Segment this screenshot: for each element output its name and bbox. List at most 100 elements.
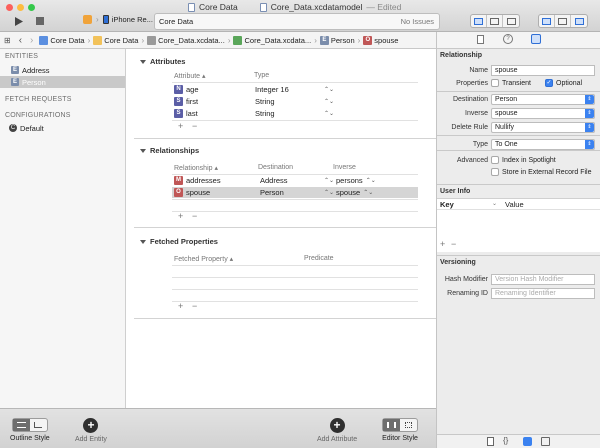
sidebar-configuration-default[interactable]: C Default bbox=[0, 122, 125, 134]
attribute-type-select[interactable]: String bbox=[255, 97, 275, 106]
attribute-row-age[interactable]: Nage Integer 16 ⌃⌄ bbox=[172, 84, 418, 95]
breadcrumb-model-bundle[interactable]: Core_Data.xcdata... bbox=[145, 35, 227, 45]
optional-checkbox[interactable]: ✓ Optional bbox=[545, 79, 582, 87]
breadcrumb-relationship[interactable]: O spouse bbox=[361, 35, 400, 45]
key-column-header[interactable]: Key bbox=[440, 200, 454, 209]
view-toggle-segmented-control bbox=[538, 14, 588, 28]
transient-checkbox[interactable]: Transient bbox=[491, 79, 531, 87]
store-external-record-checkbox[interactable]: Store in External Record File bbox=[491, 168, 591, 176]
destination-popup[interactable]: Person ⇕ bbox=[491, 94, 595, 105]
assistant-editor-button[interactable] bbox=[487, 15, 503, 27]
outline-list-button[interactable] bbox=[12, 419, 30, 431]
relationship-row-spouse[interactable]: Ospouse Person ⌃⌄ spouse ⌃⌄ bbox=[172, 187, 418, 198]
run-button[interactable] bbox=[13, 14, 25, 28]
play-icon bbox=[15, 16, 23, 26]
data-model-inspector: Relationship Name spouse Properties Tran… bbox=[436, 49, 600, 434]
media-library-icon[interactable] bbox=[541, 437, 550, 446]
minimize-window-button[interactable] bbox=[17, 4, 24, 11]
attribute-row-first[interactable]: Sfirst String ⌃⌄ bbox=[172, 96, 418, 107]
remove-fetched-property-minus-button[interactable]: − bbox=[192, 301, 197, 311]
outline-hierarchy-button[interactable] bbox=[30, 419, 47, 431]
add-attribute-plus-button[interactable]: + bbox=[178, 121, 183, 131]
add-user-info-plus-button[interactable]: + bbox=[440, 239, 445, 249]
attribute-type-select[interactable]: Integer 16 bbox=[255, 85, 289, 94]
divider bbox=[437, 91, 600, 92]
relationship-row-addresses[interactable]: Maddresses Address ⌃⌄ persons ⌃⌄ bbox=[172, 175, 418, 186]
configurations-header: CONFIGURATIONS bbox=[5, 112, 71, 119]
add-entity-button[interactable]: + Add Entity bbox=[75, 418, 107, 443]
versioning-title: Versioning bbox=[440, 259, 476, 266]
quick-help-icon[interactable]: ? bbox=[503, 34, 513, 44]
relationship-name-field[interactable]: spouse bbox=[491, 65, 595, 76]
graph-style-button[interactable] bbox=[400, 419, 417, 431]
attribute-name[interactable]: first bbox=[186, 97, 198, 106]
table-style-button[interactable] bbox=[383, 419, 400, 431]
toggle-navigator-button[interactable] bbox=[539, 15, 555, 27]
breadcrumb-model-version[interactable]: Core_Data.xcdata... bbox=[231, 35, 313, 45]
divider bbox=[437, 150, 600, 151]
toggle-debug-area-button[interactable] bbox=[555, 15, 571, 27]
breadcrumb-entity[interactable]: E Person bbox=[318, 35, 357, 45]
remove-attribute-minus-button[interactable]: − bbox=[192, 121, 197, 131]
relationship-name[interactable]: spouse bbox=[186, 188, 210, 197]
toggle-utilities-button[interactable] bbox=[571, 15, 587, 27]
scheme-selector[interactable]: › iPhone Re... bbox=[83, 15, 153, 24]
relationships-section-toggle[interactable]: Relationships bbox=[140, 146, 199, 155]
index-in-spotlight-checkbox[interactable]: Index in Spotlight bbox=[491, 156, 556, 164]
renaming-id-field[interactable]: Renaming Identifier bbox=[491, 288, 595, 299]
type-column-header[interactable]: Type bbox=[254, 72, 269, 79]
attribute-column-header[interactable]: Attribute ▴ bbox=[174, 72, 206, 80]
attribute-name[interactable]: last bbox=[186, 109, 198, 118]
add-relationship-plus-button[interactable]: + bbox=[178, 211, 183, 221]
remove-relationship-minus-button[interactable]: − bbox=[192, 211, 197, 221]
version-editor-button[interactable] bbox=[503, 15, 519, 27]
destination-select[interactable]: Person bbox=[260, 188, 284, 197]
relationship-column-header[interactable]: Relationship ▴ bbox=[174, 164, 218, 172]
inverse-column-header[interactable]: Inverse bbox=[333, 164, 356, 171]
breadcrumb-label: Core Data bbox=[50, 35, 85, 45]
related-items-icon[interactable]: ⊞ bbox=[0, 36, 15, 45]
standard-editor-button[interactable] bbox=[471, 15, 487, 27]
attribute-type-icon: S bbox=[174, 97, 183, 106]
predicate-column-header[interactable]: Predicate bbox=[304, 255, 334, 262]
breadcrumb-group[interactable]: Core Data bbox=[91, 35, 140, 45]
forward-button[interactable]: › bbox=[26, 35, 37, 46]
attribute-row-last[interactable]: Slast String ⌃⌄ bbox=[172, 108, 418, 119]
data-model-inspector-icon[interactable] bbox=[531, 34, 541, 44]
inverse-popup[interactable]: spouse ⇕ bbox=[491, 108, 595, 119]
hash-modifier-field[interactable]: Version Hash Modifier bbox=[491, 274, 595, 285]
breadcrumb-project[interactable]: Core Data bbox=[37, 35, 86, 45]
add-fetched-property-plus-button[interactable]: + bbox=[178, 301, 183, 311]
destination-column-header[interactable]: Destination bbox=[258, 164, 293, 171]
fetched-properties-section-toggle[interactable]: Fetched Properties bbox=[140, 237, 218, 246]
chevron-up-down-icon: ⌃⌄ bbox=[324, 111, 335, 117]
object-library-icon[interactable] bbox=[523, 437, 532, 446]
relationship-name[interactable]: addresses bbox=[186, 176, 221, 185]
attribute-type-select[interactable]: String bbox=[255, 109, 275, 118]
sidebar-entity-address[interactable]: E Address bbox=[0, 64, 125, 76]
inverse-select[interactable]: persons ⌃⌄ bbox=[336, 176, 376, 185]
close-window-button[interactable] bbox=[6, 4, 13, 11]
destination-select[interactable]: Address bbox=[260, 176, 288, 185]
delete-rule-popup[interactable]: Nullify ⇕ bbox=[491, 122, 595, 133]
remove-user-info-minus-button[interactable]: − bbox=[451, 239, 456, 249]
stop-button[interactable] bbox=[34, 14, 46, 28]
back-button[interactable]: ‹ bbox=[15, 35, 26, 46]
data-model-icon bbox=[147, 35, 157, 45]
zoom-window-button[interactable] bbox=[28, 4, 35, 11]
attribute-name[interactable]: age bbox=[186, 85, 199, 94]
outline-style-label: Outline Style bbox=[10, 435, 50, 442]
code-snippet-library-icon[interactable]: {} bbox=[503, 436, 508, 445]
scheme-device-label: iPhone Re... bbox=[111, 15, 153, 24]
divider bbox=[172, 265, 418, 266]
inverse-select[interactable]: spouse ⌃⌄ bbox=[336, 188, 373, 197]
fetched-property-column-header[interactable]: Fetched Property ▴ bbox=[174, 255, 233, 263]
file-template-library-icon[interactable] bbox=[487, 437, 494, 446]
attributes-section-toggle[interactable]: Attributes bbox=[140, 57, 185, 66]
add-attribute-button[interactable]: + Add Attribute bbox=[317, 418, 357, 443]
relationship-type-popup[interactable]: To One ⇕ bbox=[491, 139, 595, 150]
sidebar-entity-person[interactable]: E Person bbox=[0, 76, 125, 88]
value-column-header[interactable]: Value bbox=[505, 200, 524, 209]
relationship-icon: O bbox=[363, 35, 373, 45]
file-inspector-icon[interactable] bbox=[477, 35, 484, 44]
